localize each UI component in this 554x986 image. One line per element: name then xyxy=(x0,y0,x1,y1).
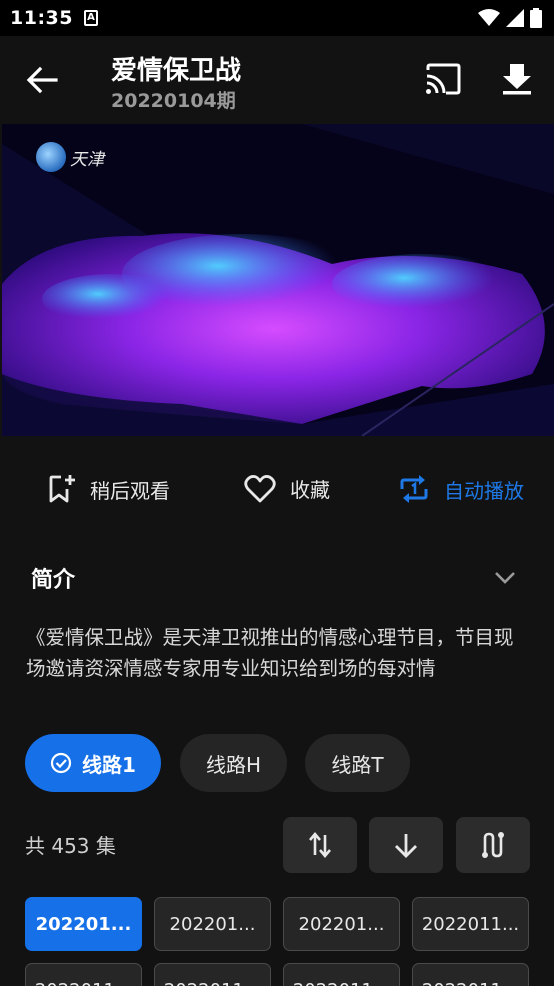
heart-icon xyxy=(244,474,276,502)
arrow-down-icon xyxy=(395,834,417,858)
status-icons xyxy=(478,8,542,28)
episode-item[interactable]: 2022011... xyxy=(412,897,529,951)
video-player[interactable]: 天津 xyxy=(2,124,554,436)
route-chip-t-label: 线路T xyxy=(331,752,384,777)
route-switch-button[interactable] xyxy=(456,817,530,873)
app-bar: 爱情保卫战 20220104期 xyxy=(0,36,554,124)
episode-subtitle: 20220104期 xyxy=(111,90,236,112)
intro-heading: 简介 xyxy=(31,568,76,593)
repeat-one-icon xyxy=(400,475,428,503)
battery-icon xyxy=(530,8,542,28)
episode-item[interactable]: 2022011... xyxy=(412,963,529,986)
watch-later-label: 稍后观看 xyxy=(90,478,170,503)
episode-item[interactable]: 202201... xyxy=(25,897,142,951)
episode-count: 共 453 集 xyxy=(25,834,116,858)
status-bar: 11:35 A xyxy=(0,0,554,36)
episode-item[interactable]: 2022011... xyxy=(25,963,142,986)
scroll-down-button[interactable] xyxy=(369,817,443,873)
autoplay-label: 自动播放 xyxy=(444,478,524,503)
wifi-icon xyxy=(478,9,500,26)
notification-icon: A xyxy=(84,10,98,26)
back-arrow-icon[interactable] xyxy=(24,62,60,98)
channel-logo: 天津 xyxy=(36,142,104,172)
favorite-button[interactable]: 收藏 xyxy=(244,474,330,503)
check-circle-icon xyxy=(50,752,72,774)
route-chip-t[interactable]: 线路T xyxy=(305,734,410,792)
bookmark-add-icon xyxy=(49,475,75,503)
episode-item[interactable]: 2022011... xyxy=(154,963,271,986)
swap-vert-icon xyxy=(309,831,331,859)
intro-text: 《爱情保卫战》是天津卫视推出的情感心理节目，节目现场邀请资深情感专家用专业知识给… xyxy=(26,626,514,680)
route-chip-1-label: 线路1 xyxy=(82,752,136,777)
episode-item[interactable]: 2022011... xyxy=(283,963,400,986)
route-icon xyxy=(482,832,504,858)
favorite-label: 收藏 xyxy=(290,478,330,502)
signal-icon xyxy=(506,9,524,27)
action-row: 稍后观看 收藏 自动播放 xyxy=(0,460,554,522)
watch-later-button[interactable]: 稍后观看 xyxy=(48,474,170,504)
episode-item[interactable]: 202201... xyxy=(283,897,400,951)
status-time: 11:35 xyxy=(10,7,73,29)
autoplay-toggle[interactable]: 自动播放 xyxy=(398,474,524,504)
route-chip-h-label: 线路H xyxy=(205,752,262,777)
channel-logo-text: 天津 xyxy=(70,149,104,170)
sort-toggle-button[interactable] xyxy=(283,817,357,873)
route-chip-h[interactable]: 线路H xyxy=(180,734,287,792)
route-chip-1[interactable]: 线路1 xyxy=(25,734,161,792)
page-title: 爱情保卫战 xyxy=(111,56,242,86)
episode-item[interactable]: 202201... xyxy=(154,897,271,951)
tianjin-logo-icon xyxy=(36,142,66,172)
download-icon[interactable] xyxy=(500,62,534,96)
cast-icon[interactable] xyxy=(424,62,462,96)
chevron-down-icon[interactable] xyxy=(492,566,518,588)
